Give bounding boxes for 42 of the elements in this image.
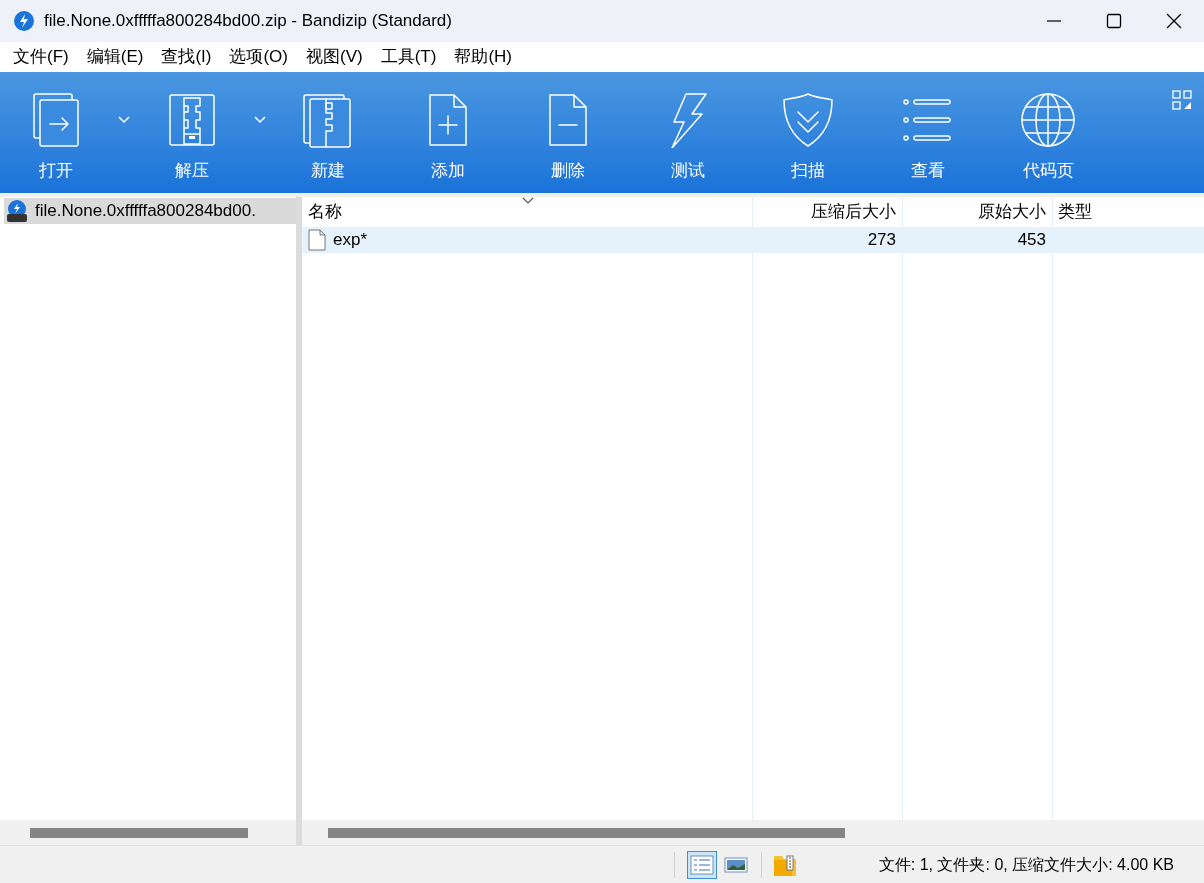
scrollbar-thumb[interactable] <box>30 827 248 838</box>
table-cell-text: exp* <box>333 229 368 252</box>
toolbar-button[interactable]: 解压 <box>142 92 242 184</box>
toolbar-button[interactable]: 打开 <box>6 92 106 184</box>
menu-item[interactable]: 视图(V) <box>297 43 372 71</box>
tree-item[interactable]: file.None.0xfffffa800284bd00. <box>4 198 296 224</box>
toolbar-button[interactable]: 查看 <box>878 92 978 184</box>
toolbar-button[interactable]: 代码页 <box>998 92 1098 184</box>
window-title: file.None.0xfffffa800284bd00.zip - Bandizip (Standard) <box>44 10 452 33</box>
table-cell-text: 273 <box>866 229 897 252</box>
scrollbar-thumb[interactable] <box>328 827 845 838</box>
menu-item[interactable]: 帮助(H) <box>445 43 521 71</box>
column-header[interactable]: 原始大小 <box>902 197 1052 227</box>
menu-item[interactable]: 选项(O) <box>220 43 297 71</box>
close-icon <box>1166 13 1182 29</box>
shield-icon <box>780 92 836 148</box>
toolbar-button[interactable]: 测试 <box>638 92 738 184</box>
table-cell-text: 453 <box>1016 229 1047 252</box>
menu-item[interactable]: 工具(T) <box>371 43 446 71</box>
caret-icon <box>118 116 130 124</box>
table-row[interactable]: exp* 273 453 <box>302 227 1204 253</box>
sort-caret-icon <box>522 197 534 205</box>
toolbar-button[interactable]: 删除 <box>518 92 618 184</box>
minimize-icon <box>1047 20 1061 22</box>
maximize-icon <box>1106 13 1122 29</box>
menu-item[interactable]: 文件(F) <box>4 43 78 71</box>
globe-icon <box>1020 92 1076 148</box>
menu-item[interactable]: 编辑(E) <box>77 43 153 71</box>
column-header[interactable]: 名称 <box>302 197 752 227</box>
toolbar-button[interactable]: 添加 <box>398 92 498 184</box>
column-header[interactable]: 类型 <box>1052 197 1204 227</box>
caret-icon <box>254 116 266 124</box>
file-icon <box>308 229 326 251</box>
toolbar-button[interactable]: 新建 <box>278 92 378 184</box>
view-toggle-button[interactable] <box>687 850 717 879</box>
toolbar-button[interactable]: 扫描 <box>758 92 858 184</box>
zip-file-icon <box>6 200 28 222</box>
app-logo-icon <box>14 11 34 31</box>
menu-item[interactable]: 查找(I) <box>152 43 221 71</box>
status-text: 文件: 1, 文件夹: 0, 压缩文件大小: 4.00 KB <box>878 854 1174 875</box>
column-header[interactable]: 压缩后大小 <box>752 197 902 227</box>
layout-grid-icon[interactable] <box>1172 90 1192 110</box>
